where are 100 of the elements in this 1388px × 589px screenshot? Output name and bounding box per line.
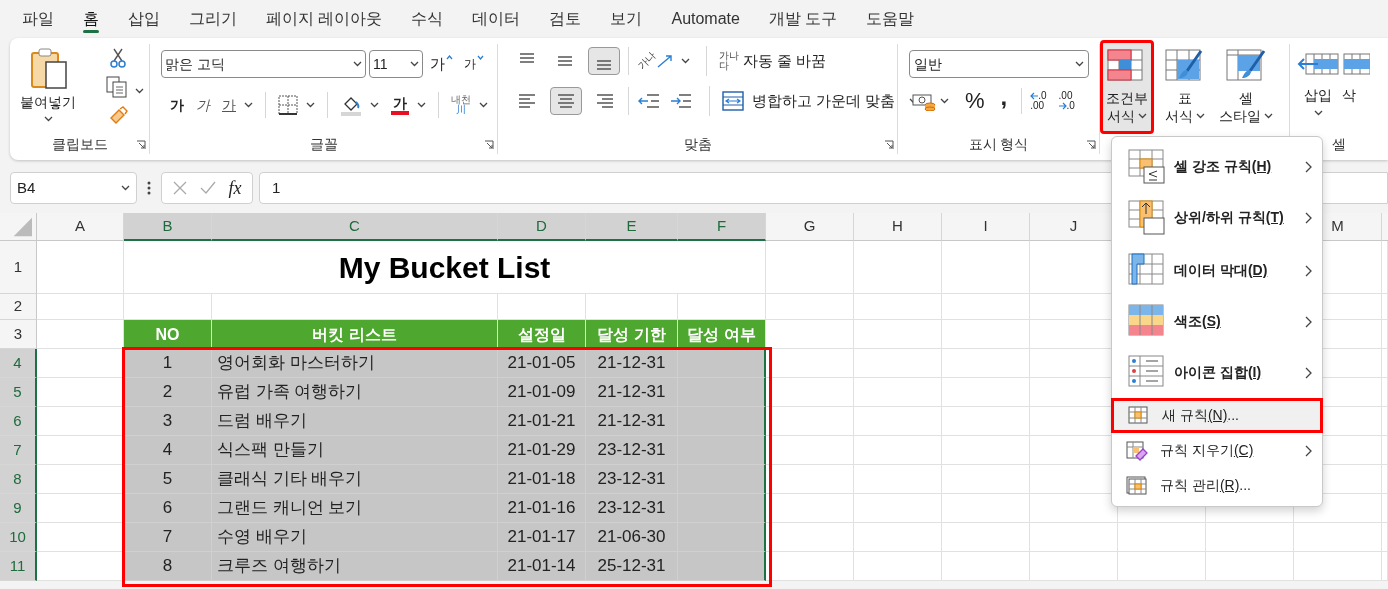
column-header[interactable]: D xyxy=(498,213,586,241)
dialog-launcher-icon[interactable] xyxy=(1086,140,1096,150)
table-cell: 6 xyxy=(124,494,212,523)
table-cell: 21-01-29 xyxy=(498,436,586,465)
menu-tab[interactable]: Automate xyxy=(671,4,740,34)
menu-item[interactable]: 새 규칙(N)... xyxy=(1111,398,1323,433)
menu-item[interactable]: 규칙 지우기(C) xyxy=(1112,433,1322,468)
menu-tab[interactable]: 삽입 xyxy=(128,4,160,34)
menu-tab[interactable]: 수식 xyxy=(411,4,444,34)
left-arrow-icon xyxy=(1030,92,1039,100)
row-header[interactable]: 11 xyxy=(0,552,37,581)
table-cell: 21-01-09 xyxy=(498,378,586,407)
percent-button[interactable]: % xyxy=(965,90,985,112)
increase-indent-icon[interactable] xyxy=(669,91,693,111)
caret-icon xyxy=(43,116,53,122)
format-as-table-button[interactable]: 표 서식 xyxy=(1158,40,1212,134)
phonetic-guide-button[interactable]: 내천 川 xyxy=(451,95,471,115)
column-header[interactable]: G xyxy=(766,213,854,241)
row-header[interactable]: 10 xyxy=(0,523,37,552)
row-header[interactable]: 6 xyxy=(0,407,37,436)
table-cell: 그랜드 캐니언 보기 xyxy=(212,494,498,523)
menu-tab[interactable]: 데이터 xyxy=(472,4,521,34)
decrease-decimal-button[interactable]: .00 .0 xyxy=(1058,91,1075,111)
scissors-icon[interactable] xyxy=(110,48,126,68)
row-header[interactable]: 2 xyxy=(0,294,37,320)
table-cell: 영어회화 마스터하기 xyxy=(212,349,498,378)
header-cell: 설정일 xyxy=(498,320,586,349)
merge-center-button[interactable]: 병합하고 가운데 맞춤 xyxy=(752,89,896,113)
check-icon[interactable] xyxy=(199,181,216,195)
center-align-icon[interactable] xyxy=(550,87,582,115)
menu-tab[interactable]: 파일 xyxy=(22,4,54,34)
caret-icon xyxy=(417,102,426,108)
merge-cells-icon[interactable] xyxy=(722,91,744,111)
row-header[interactable]: 1 xyxy=(0,241,37,294)
row-header[interactable]: 9 xyxy=(0,494,37,523)
right-arrow-icon xyxy=(1058,102,1067,110)
shrink-font-button[interactable]: 가 xyxy=(464,55,476,73)
menu-item[interactable]: 규칙 관리(R)... xyxy=(1112,468,1322,503)
insert-cells-button[interactable]: 삽입 xyxy=(1296,44,1340,116)
column-header[interactable]: C xyxy=(212,213,498,241)
menu-item[interactable]: 색조(S) xyxy=(1112,296,1322,347)
column-header[interactable]: I xyxy=(942,213,1030,241)
menu-tab[interactable]: 검토 xyxy=(549,4,582,34)
cell-styles-button[interactable]: 셀 스타일 xyxy=(1216,40,1276,134)
currency-icon[interactable] xyxy=(912,91,936,111)
paste-button[interactable]: 붙여넣기 xyxy=(16,46,80,132)
borders-icon[interactable] xyxy=(278,95,298,115)
top-bottom-rules-icon xyxy=(1128,199,1166,236)
decrease-indent-icon[interactable] xyxy=(637,91,661,111)
menu-tab[interactable]: 개발 도구 xyxy=(768,4,838,34)
paintbrush-icon[interactable] xyxy=(108,106,128,126)
row-header[interactable]: 4 xyxy=(0,349,37,378)
column-header[interactable]: H xyxy=(854,213,942,241)
conditional-formatting-button[interactable]: 조건부 서식 xyxy=(1100,40,1154,134)
orientation-button[interactable]: 가나 xyxy=(637,54,673,68)
grid-brush-icon xyxy=(1165,49,1205,83)
menu-tab[interactable]: 홈 xyxy=(83,4,99,34)
menu-tab[interactable]: 페이지 레이아웃 xyxy=(266,4,383,34)
font-name-field[interactable]: 맑은 고딕 xyxy=(161,50,366,78)
delete-cells-button[interactable]: 삭 xyxy=(1340,44,1378,104)
font-color-button[interactable]: 가 xyxy=(391,95,409,115)
menu-tab[interactable]: 그리기 xyxy=(189,4,237,34)
insert-function-button[interactable]: fx xyxy=(228,174,242,202)
caret-icon xyxy=(940,98,949,104)
menu-item[interactable]: 데이터 막대(D) xyxy=(1112,245,1322,296)
header-cell: 달성 기한 xyxy=(586,320,678,349)
number-format-field[interactable]: 일반 xyxy=(909,50,1089,78)
bold-button[interactable]: 가 xyxy=(170,94,184,116)
eraser-grid-icon xyxy=(1126,440,1148,461)
caret-icon xyxy=(1313,110,1323,116)
dialog-launcher-icon[interactable] xyxy=(884,140,894,150)
row-header[interactable]: 7 xyxy=(0,436,37,465)
row-header[interactable]: 5 xyxy=(0,378,37,407)
increase-decimal-button[interactable]: .0 .00 xyxy=(1030,91,1047,111)
underline-button[interactable]: 가 xyxy=(222,94,236,116)
caret-icon xyxy=(353,61,362,67)
dialog-launcher-icon[interactable] xyxy=(484,140,494,150)
table-cell: 21-01-16 xyxy=(498,494,586,523)
menu-tab[interactable]: 도움말 xyxy=(866,4,915,34)
grow-font-button[interactable]: 가 xyxy=(430,52,445,76)
comma-button[interactable]: , xyxy=(1000,85,1008,109)
menu-tab[interactable]: 보기 xyxy=(610,4,643,34)
cancel-icon[interactable] xyxy=(172,181,187,195)
copy-icon[interactable] xyxy=(106,76,128,98)
column-header[interactable]: E xyxy=(586,213,678,241)
caret-icon xyxy=(1196,113,1205,119)
bottom-align-icon[interactable] xyxy=(588,47,620,75)
row-header[interactable]: 8 xyxy=(0,465,37,494)
name-box[interactable]: B4 xyxy=(10,172,137,204)
dialog-launcher-icon[interactable] xyxy=(136,140,146,150)
wrap-text-icon[interactable]: 가나 다 xyxy=(719,51,739,71)
italic-button[interactable]: 가 xyxy=(196,94,210,116)
caret-icon xyxy=(370,102,379,108)
column-header[interactable]: B xyxy=(124,213,212,241)
wrap-text-button[interactable]: 자동 줄 바꿈 xyxy=(743,49,827,73)
row-header[interactable]: 3 xyxy=(0,320,37,349)
font-size-field[interactable]: 11 xyxy=(369,50,423,78)
menu-item[interactable]: 아이콘 집합(I) xyxy=(1112,347,1322,398)
column-header[interactable]: F xyxy=(678,213,766,241)
table-cell: 21-01-05 xyxy=(498,349,586,378)
